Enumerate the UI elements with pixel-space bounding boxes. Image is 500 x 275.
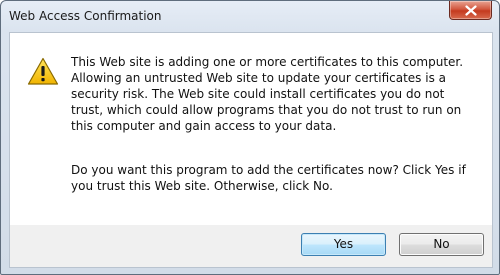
close-button[interactable] — [449, 1, 492, 20]
title-bar[interactable]: Web Access Confirmation — [1, 1, 499, 32]
dialog-content: This Web site is adding one or more cert… — [9, 32, 493, 226]
yes-button[interactable]: Yes — [301, 233, 386, 256]
no-button[interactable]: No — [399, 233, 484, 256]
message-text: This Web site is adding one or more cert… — [71, 55, 464, 133]
question-text: Do you want this program to add the cert… — [71, 163, 466, 193]
warning-icon — [27, 57, 59, 85]
window-title: Web Access Confirmation — [9, 9, 162, 23]
dialog-window: Web Access Confirmation This Web site is… — [0, 0, 500, 275]
button-bar: Yes No — [9, 225, 493, 268]
close-icon — [465, 5, 477, 16]
